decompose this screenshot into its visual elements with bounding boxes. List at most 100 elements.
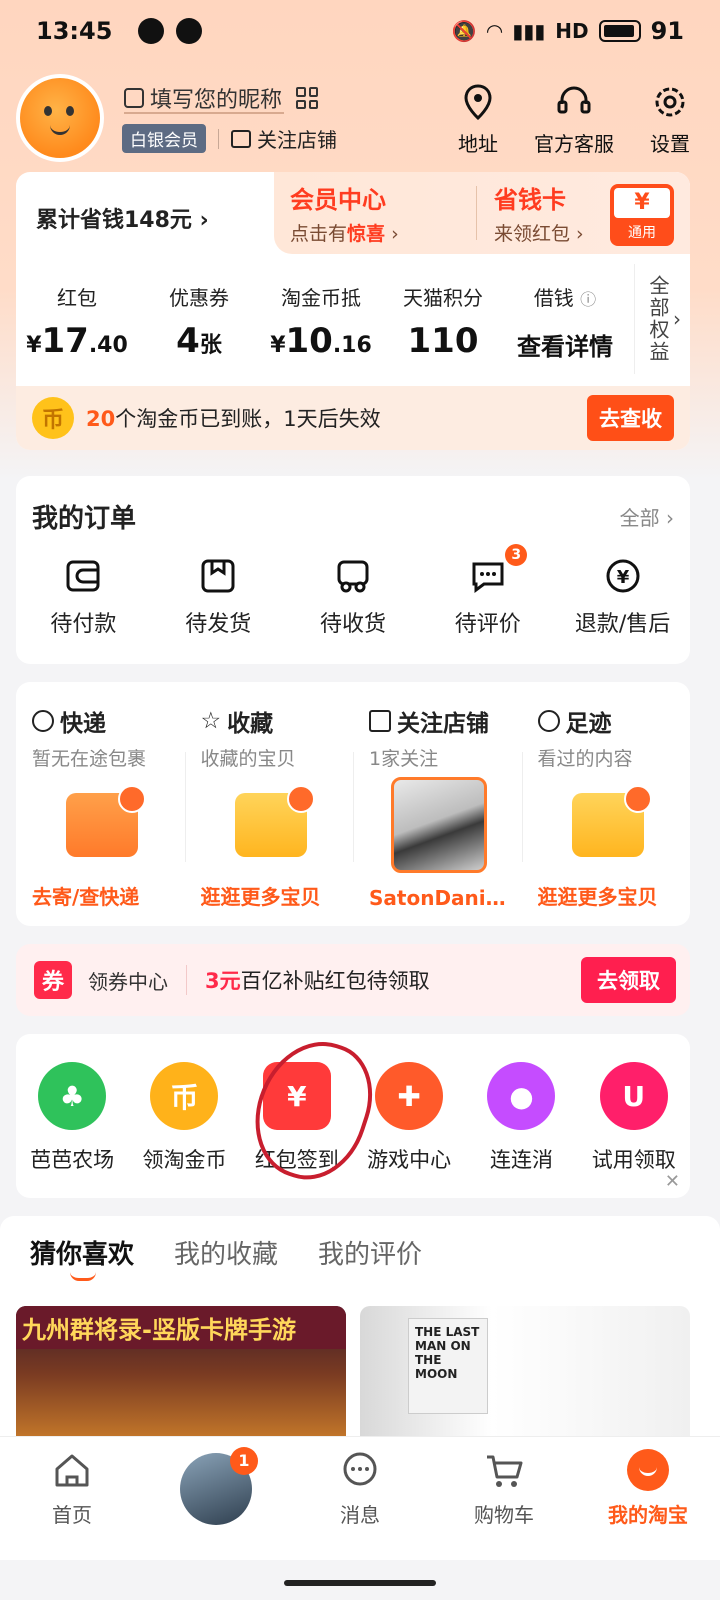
order-label: 待发货 xyxy=(185,612,252,637)
avatar: 1 xyxy=(180,1447,258,1525)
tab-my-reviews[interactable]: 我的评价 xyxy=(318,1234,422,1271)
express-link[interactable]: 去寄/查快递 xyxy=(32,881,182,910)
nickname-field[interactable]: 填写您的昵称 xyxy=(124,82,319,114)
shop-thumbnail[interactable] xyxy=(391,777,487,873)
tab-my-favorites[interactable]: 我的收藏 xyxy=(174,1234,278,1271)
collect-coins-button[interactable]: 去查收 xyxy=(587,395,674,441)
red-packet-asset[interactable]: 红包 ¥17.40 xyxy=(16,282,138,362)
clock-icon xyxy=(537,710,560,732)
status-time: 13:45 xyxy=(36,17,113,45)
asset-value: 查看详情 xyxy=(517,333,613,361)
coin-notice-bar: 币 20个淘金币已到账，1天后失效 去查收 xyxy=(16,386,690,450)
home-indicator[interactable] xyxy=(284,1580,436,1586)
member-center-title: 会员中心 xyxy=(290,186,386,214)
notification-icon xyxy=(138,18,164,44)
coupon-tag: 通用 xyxy=(628,225,656,241)
red-packet-icon: ¥ xyxy=(262,1062,331,1130)
saving-card-sub: 来领红包 xyxy=(494,223,571,245)
history-section[interactable]: 足迹 看过的内容 逛逛更多宝贝 xyxy=(521,682,691,926)
bottom-nav: 首页 1 消息 购物车 我的淘宝 xyxy=(0,1436,720,1560)
orders-card: 我的订单 全部 › 待付款 待发货 待收货 3 待评价 ¥ 退款/售后 xyxy=(16,476,690,664)
total-saved-link[interactable]: 累计省钱148元 › xyxy=(36,202,209,234)
app-taojinbi[interactable]: 币领淘金币 xyxy=(128,1062,240,1198)
settings-button[interactable]: 设置 xyxy=(650,82,690,157)
nav-messages[interactable]: 消息 xyxy=(288,1437,432,1560)
refund-icon: ¥ xyxy=(606,559,640,593)
section-sub: 暂无在途包裹 xyxy=(32,748,147,770)
asset-decimal: .40 xyxy=(88,333,128,358)
coupon-asset[interactable]: 优惠券 4张 xyxy=(138,282,260,362)
universal-coupon-badge[interactable]: ¥ 通用 xyxy=(610,184,674,246)
review-count-badge: 3 xyxy=(505,544,528,566)
app-label: 试用领取 xyxy=(591,1148,676,1172)
total-saved-text: 累计省钱148元 xyxy=(36,208,192,233)
coupon-center-bar[interactable]: 券 领券中心 3元百亿补贴红包待领取 去领取 xyxy=(16,944,690,1016)
shop-icon xyxy=(369,710,391,732)
asset-value: 110 xyxy=(407,321,479,361)
pig-icon: ● xyxy=(487,1062,556,1130)
close-icon[interactable]: ✕ xyxy=(665,1171,680,1192)
chevron-right-icon: › xyxy=(673,307,681,331)
app-label: 芭芭农场 xyxy=(30,1148,115,1172)
claim-coupon-button[interactable]: 去领取 xyxy=(581,957,676,1003)
nav-my-taobao[interactable]: 我的淘宝 xyxy=(576,1437,720,1560)
order-label: 待收货 xyxy=(319,612,386,637)
mini-apps-card: ♣ 芭芭农场 币领淘金币 ¥ 红包签到 ✚ 游戏中心 ● 连连消 U 试用领取 ✕ xyxy=(16,1034,690,1198)
feed-item-shirt[interactable]: THE LAST MAN ON THE MOON xyxy=(360,1306,690,1442)
app-red-packet-checkin[interactable]: ¥ 红包签到 xyxy=(241,1062,353,1198)
saving-card-button[interactable]: 省钱卡 来领红包 › xyxy=(494,180,584,246)
battery-level: 91 xyxy=(650,17,684,45)
nav-badge: 1 xyxy=(230,1447,258,1475)
followed-shops-section[interactable]: 关注店铺 1家关注 SatonDanie... xyxy=(353,682,522,926)
qr-code-icon[interactable] xyxy=(296,87,319,109)
asset-label: 优惠券 xyxy=(169,286,229,310)
pending-shipment-button[interactable]: 待发货 xyxy=(151,556,286,638)
pending-receipt-button[interactable]: 待收货 xyxy=(286,556,421,638)
customer-service-button[interactable]: 官方客服 xyxy=(534,82,614,157)
member-level-badge[interactable]: 白银会员 xyxy=(122,124,206,153)
asset-value: 10 xyxy=(285,321,333,361)
address-button[interactable]: 地址 xyxy=(458,82,498,157)
package-icon xyxy=(201,559,235,593)
favorites-section[interactable]: ☆ 收藏 收藏的宝贝 逛逛更多宝贝 xyxy=(184,682,354,926)
asset-label: 天猫积分 xyxy=(403,286,483,310)
all-rights-button[interactable]: 全部权益 › xyxy=(634,264,690,374)
member-center-button[interactable]: 会员中心 点击有惊喜 › xyxy=(290,180,399,246)
favorites-link[interactable]: 逛逛更多宝贝 xyxy=(201,881,351,910)
pending-payment-button[interactable]: 待付款 xyxy=(16,556,151,638)
location-icon xyxy=(464,84,492,121)
parcel-icon xyxy=(66,785,146,857)
all-orders-link[interactable]: 全部 › xyxy=(620,502,674,531)
asset-decimal: .16 xyxy=(332,333,372,358)
asset-value: 4 xyxy=(176,321,200,361)
coin-message: 个淘金币已到账，1天后失效 xyxy=(115,407,381,431)
follow-shop-label: 关注店铺 xyxy=(257,128,337,152)
tab-guess-you-like[interactable]: 猜你喜欢 xyxy=(30,1234,134,1281)
poster-text: THE LAST MAN ON THE MOON xyxy=(408,1318,488,1414)
feed-item-game[interactable]: 九州群将录-竖版卡牌手游 xyxy=(16,1306,346,1442)
divider xyxy=(476,186,477,240)
asset-label: 淘金币抵 xyxy=(281,286,361,310)
pending-review-button[interactable]: 3 待评价 xyxy=(420,544,555,638)
tmall-points-asset[interactable]: 天猫积分 110 xyxy=(382,282,504,362)
history-link[interactable]: 逛逛更多宝贝 xyxy=(538,881,688,910)
follow-shop-link[interactable]: 关注店铺 xyxy=(231,124,337,153)
shop-name-link[interactable]: SatonDanie... xyxy=(369,886,519,910)
express-section[interactable]: 快递 暂无在途包裹 去寄/查快递 xyxy=(16,682,185,926)
user-avatar[interactable] xyxy=(16,74,104,162)
feed-tabs: 猜你喜欢 我的收藏 我的评价 xyxy=(30,1234,422,1281)
history-folder-icon xyxy=(571,785,652,857)
app-match-game[interactable]: ● 连连消 xyxy=(465,1062,577,1198)
refund-button[interactable]: ¥ 退款/售后 xyxy=(555,556,690,638)
shortcuts-card: 快递 暂无在途包裹 去寄/查快递 ☆ 收藏 收藏的宝贝 逛逛更多宝贝 关注店铺 1… xyxy=(16,682,690,926)
taojinbi-asset[interactable]: 淘金币抵 ¥10.16 xyxy=(260,282,382,362)
nav-feed-avatar[interactable]: 1 xyxy=(144,1437,288,1560)
nav-cart[interactable]: 购物车 xyxy=(432,1437,576,1560)
app-label: 游戏中心 xyxy=(367,1148,452,1172)
loan-asset[interactable]: 借钱 ⓘ 查看详情 xyxy=(504,282,626,362)
farm-icon: ♣ xyxy=(38,1062,107,1130)
yen-icon: ¥ xyxy=(614,188,670,218)
app-baba-farm[interactable]: ♣ 芭芭农场 xyxy=(16,1062,128,1198)
app-game-center[interactable]: ✚ 游戏中心 xyxy=(353,1062,465,1198)
nav-home[interactable]: 首页 xyxy=(0,1437,144,1560)
